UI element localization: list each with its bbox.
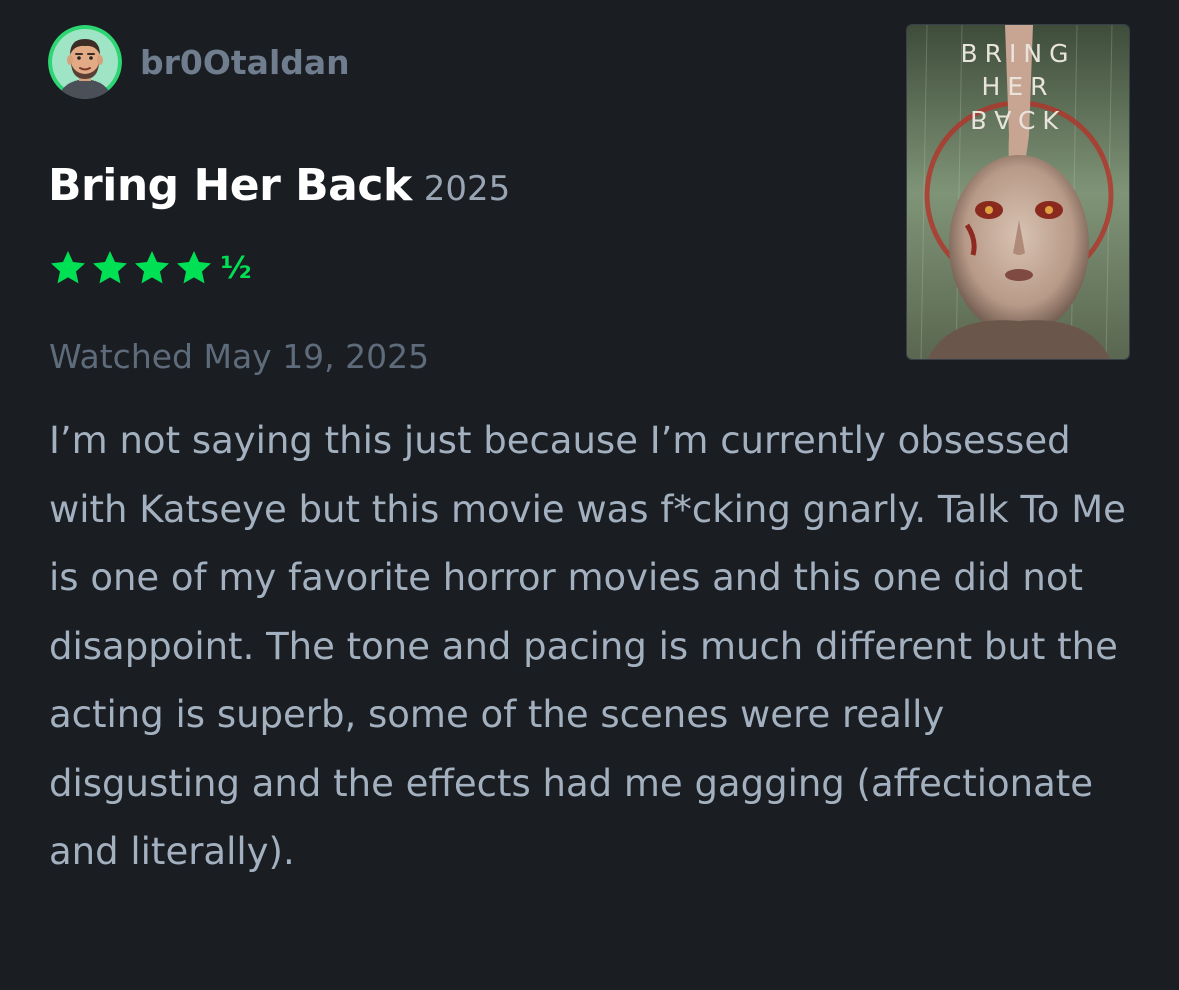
half-star-icon: ½ xyxy=(220,251,251,286)
film-heading: Bring Her Back 2025 xyxy=(48,160,510,211)
avatar[interactable] xyxy=(48,25,122,99)
review-body: I’m not saying this just because I’m cur… xyxy=(49,419,1126,873)
avatar-icon xyxy=(48,25,122,99)
film-poster[interactable]: BRING HER BACK xyxy=(906,24,1130,360)
film-year-link[interactable]: 2025 xyxy=(424,169,511,209)
poster-title-line1: BRING xyxy=(960,39,1076,68)
star-icon xyxy=(135,251,169,284)
star-rating: ½ xyxy=(48,248,258,288)
star-icon xyxy=(177,251,211,284)
half-star-glyph: ½ xyxy=(220,251,251,286)
star-icon xyxy=(93,251,127,284)
review-card: br0Otaldan Bring Her Back 2025 ½ Watched… xyxy=(0,0,1179,990)
username-link[interactable]: br0Otaldan xyxy=(140,43,350,82)
poster-title-line2: HER xyxy=(981,72,1055,101)
poster-title-line3: BACK xyxy=(970,105,1066,134)
star-icon xyxy=(51,251,85,284)
watched-date: Watched May 19, 2025 xyxy=(49,337,430,376)
review-author[interactable]: br0Otaldan xyxy=(48,25,350,99)
film-title-link[interactable]: Bring Her Back xyxy=(48,160,412,211)
